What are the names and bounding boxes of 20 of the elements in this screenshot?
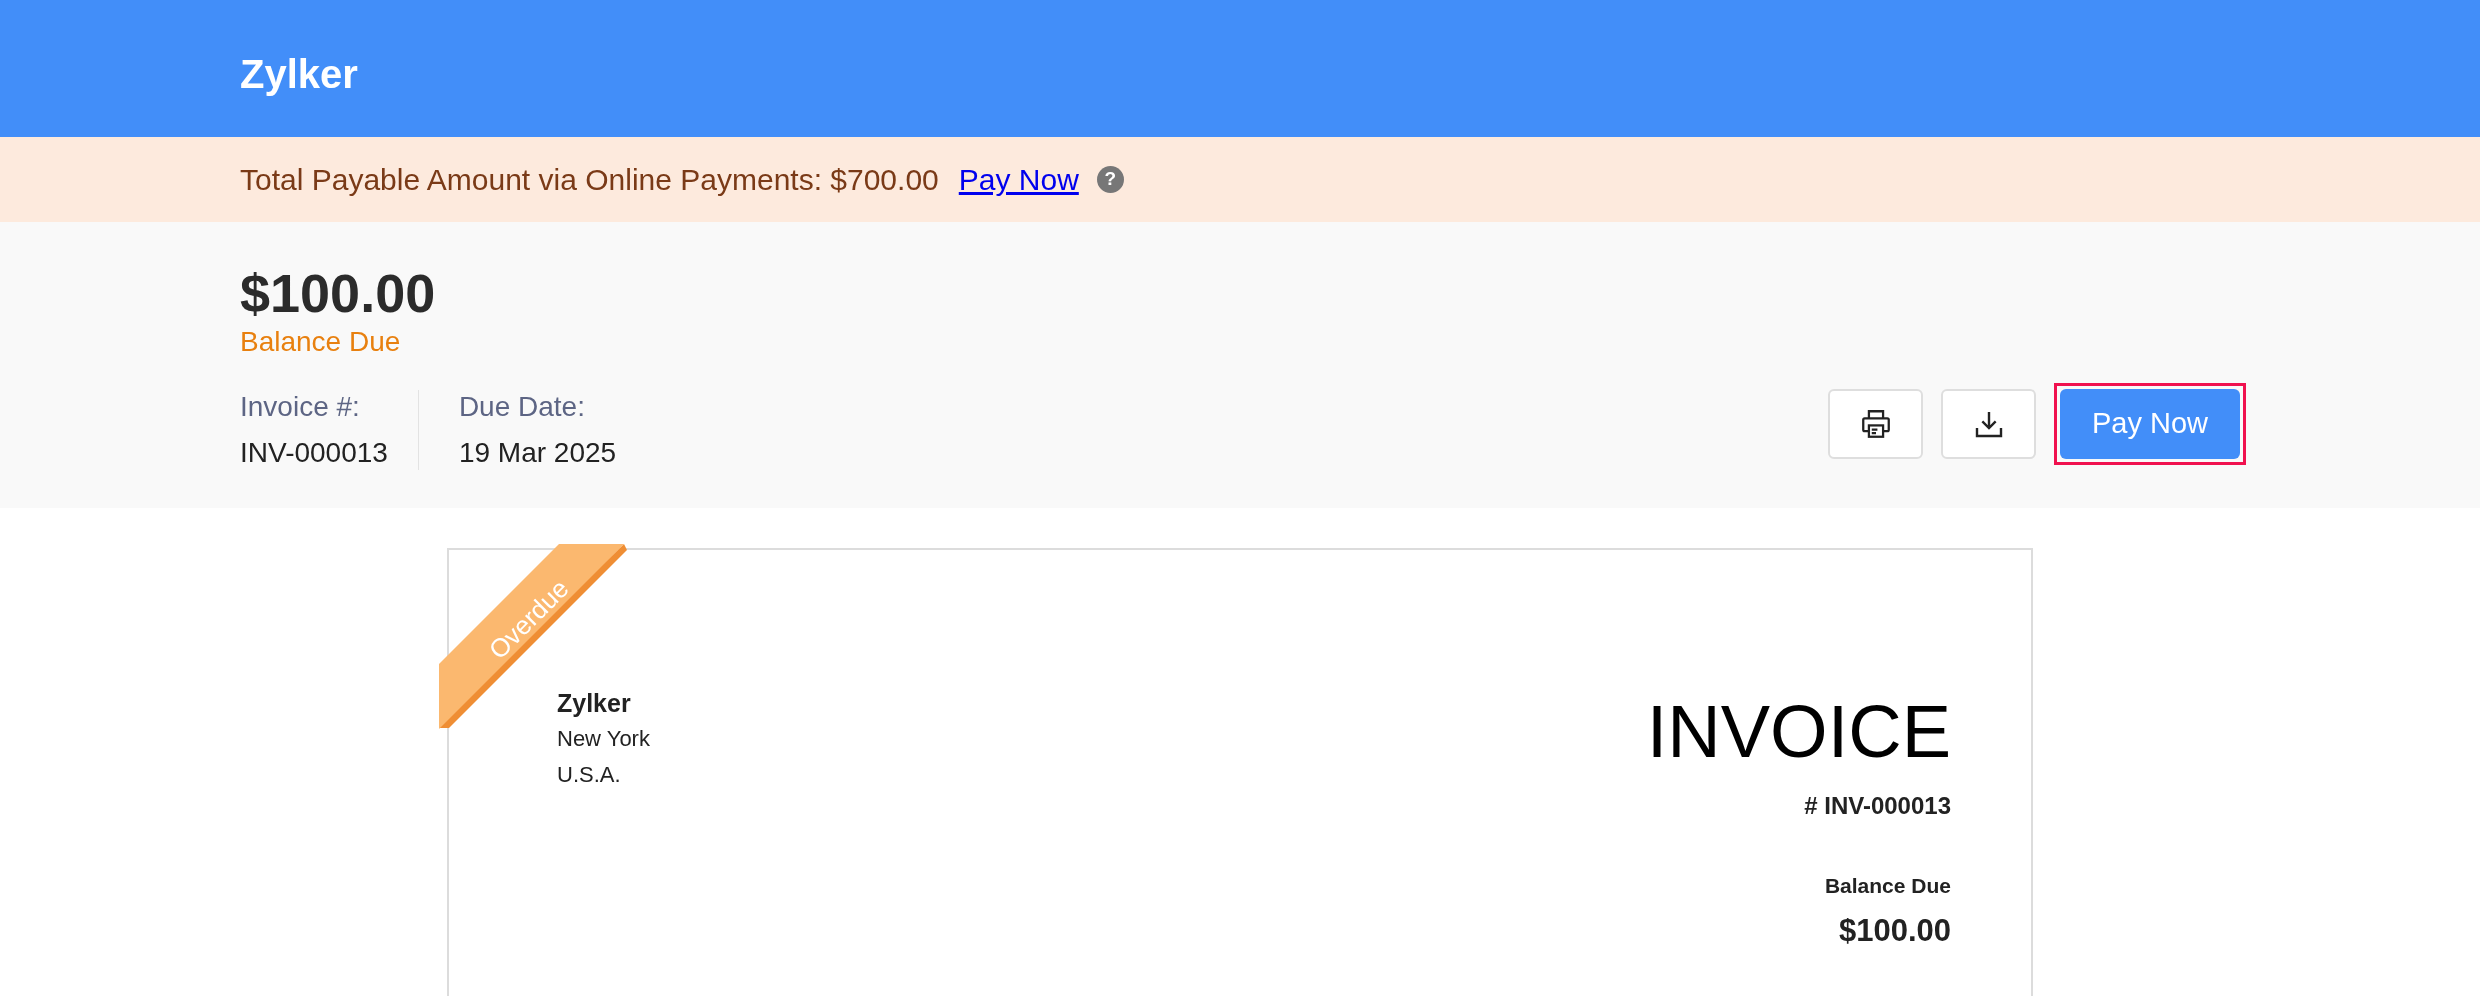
address-line: New York	[557, 725, 650, 753]
address-line: U.S.A.	[557, 761, 622, 789]
download-button[interactable]	[1941, 389, 2036, 459]
amount-label: Balance Due	[240, 325, 402, 359]
help-icon[interactable]: ?	[1096, 166, 1124, 193]
brand-name: Zylker	[240, 50, 358, 98]
balance-amount: $100.00	[1838, 911, 1951, 950]
pay-now-button[interactable]: Pay Now	[2060, 389, 2240, 459]
amount-text: $100.00	[240, 262, 437, 324]
field-label: Due Date:	[458, 390, 586, 424]
balance-label: Balance Due	[1824, 873, 1951, 899]
invoice-number: # INV-000013	[1804, 791, 1951, 821]
field-label: Invoice #:	[240, 390, 361, 424]
print-button[interactable]	[1828, 389, 1923, 459]
company-name: Zylker	[557, 688, 632, 719]
banner-text: Total Payable Amount via Online Payments: $700.00	[240, 162, 939, 198]
field-value: INV-000013	[240, 436, 388, 470]
field-value: 19 Mar 2025	[458, 436, 617, 470]
pay-now-link[interactable]: Pay Now	[958, 157, 1079, 202]
invoice-title: INVOICE	[1646, 690, 1951, 774]
